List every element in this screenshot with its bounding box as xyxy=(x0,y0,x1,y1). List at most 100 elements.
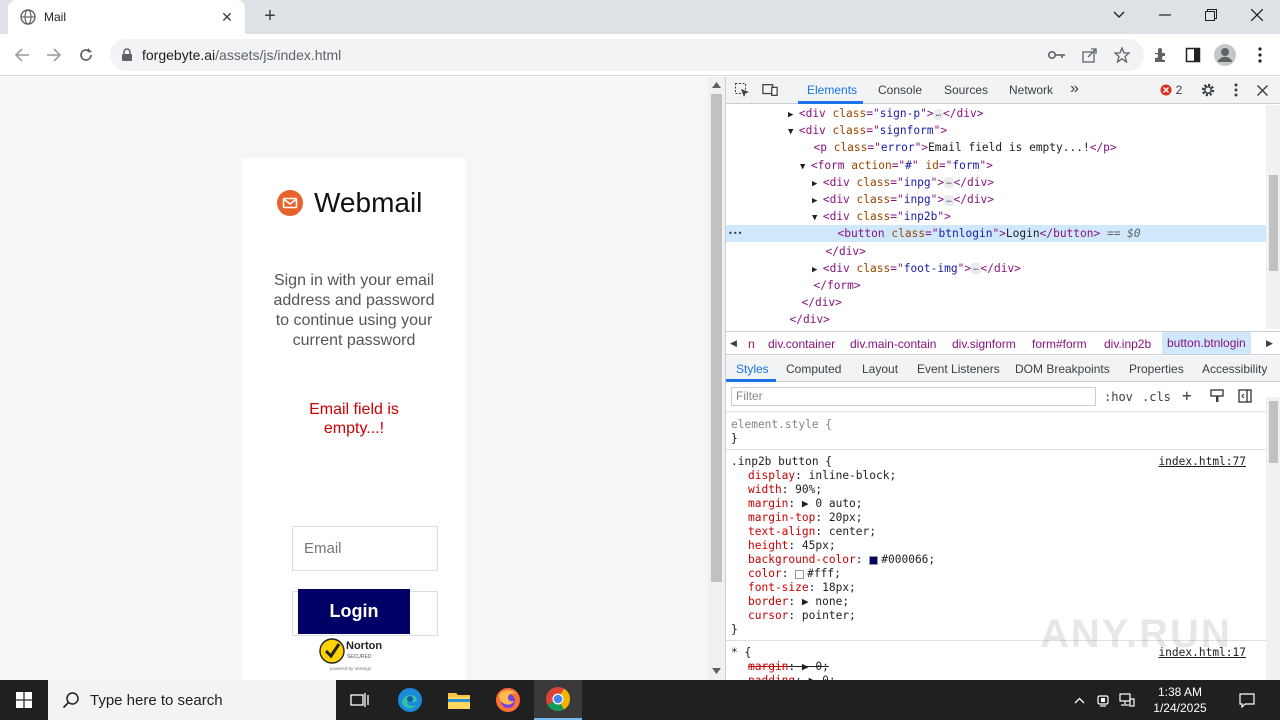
styles-scrollbar-thumb[interactable] xyxy=(1269,401,1278,463)
css-declaration[interactable]: margin-top: 20px; xyxy=(748,511,863,525)
css-declaration[interactable]: display: inline-block; xyxy=(748,469,896,483)
close-devtools-icon[interactable] xyxy=(1254,82,1270,98)
css-declaration[interactable]: cursor: pointer; xyxy=(748,609,856,623)
forward-button[interactable] xyxy=(42,43,66,67)
collapsed-children-ellipsis[interactable]: … xyxy=(933,108,944,120)
key-icon[interactable] xyxy=(1044,42,1070,68)
dom-tree[interactable]: ▶ <div class="sign-p">… </div> ▼ <div clas… xyxy=(726,105,1266,329)
breadcrumb-item[interactable]: form#form xyxy=(1032,337,1087,351)
close-tab-icon[interactable]: ✕ xyxy=(219,9,235,26)
add-rule-plus-icon[interactable]: + xyxy=(1182,386,1192,405)
close-window-button[interactable] xyxy=(1234,0,1280,30)
address-bar[interactable]: forgebyte.ai/assets/js/index.html xyxy=(110,39,1144,71)
class-toggle[interactable]: .cls xyxy=(1142,390,1171,404)
paint-brush-icon[interactable] xyxy=(1210,389,1224,406)
css-declaration[interactable]: width: 90%; xyxy=(748,483,822,497)
tab-accessibility[interactable]: Accessibility xyxy=(1202,362,1267,376)
dom-node[interactable]: ▼ <div class="signform"> xyxy=(726,122,1266,139)
tab-styles[interactable]: Styles xyxy=(736,362,769,376)
devtools-menu-kebab-icon[interactable] xyxy=(1228,82,1244,98)
tab-search-chevron-icon[interactable] xyxy=(1096,0,1142,30)
tab-elements[interactable]: Elements xyxy=(807,83,857,97)
taskbar-edge[interactable] xyxy=(386,680,434,720)
dom-node[interactable]: ▼ <form action="#" id="form"> xyxy=(726,157,1266,174)
network-icon[interactable] xyxy=(1116,680,1138,720)
device-toolbar-icon[interactable] xyxy=(762,82,778,98)
email-field[interactable]: Email xyxy=(292,526,438,571)
node-actions-ellipsis-icon[interactable]: ••• xyxy=(728,225,742,242)
extensions-icon[interactable] xyxy=(1148,42,1174,68)
css-declaration[interactable]: text-align: center; xyxy=(748,525,876,539)
minimize-window-button[interactable] xyxy=(1142,0,1188,30)
show-hidden-icons-chevron-icon[interactable] xyxy=(1068,680,1090,720)
collapsed-children-ellipsis[interactable]: … xyxy=(944,177,954,189)
collapse-triangle-icon[interactable]: ▼ xyxy=(800,162,811,172)
settings-gear-icon[interactable] xyxy=(1200,82,1216,98)
breadcrumb-item[interactable]: div.container xyxy=(768,337,835,351)
breadcrumb-item[interactable]: div.inp2b xyxy=(1104,337,1151,351)
css-declaration[interactable]: margin: ▶ 0 auto; xyxy=(748,497,863,511)
device-status-icon[interactable] xyxy=(1092,680,1114,720)
collapsed-children-ellipsis[interactable]: … xyxy=(944,194,954,206)
breadcrumb-item[interactable]: div.signform xyxy=(952,337,1016,351)
breadcrumb-scroll-left-icon[interactable]: ◀ xyxy=(730,338,737,349)
dom-node[interactable]: ▶ <div class="inpg">… </div> xyxy=(726,174,1266,191)
tab-computed[interactable]: Computed xyxy=(786,362,841,376)
expand-triangle-icon[interactable]: ▶ xyxy=(812,265,823,275)
color-swatch[interactable] xyxy=(869,555,879,565)
collapsed-children-ellipsis[interactable]: … xyxy=(971,263,981,275)
tab-network[interactable]: Network xyxy=(1009,83,1053,97)
dom-node[interactable]: ▶ <div class="inpg">… </div> xyxy=(726,191,1266,208)
css-declaration[interactable]: margin: ▶ 0; xyxy=(748,660,829,674)
breadcrumb-item[interactable]: n xyxy=(748,337,755,351)
rule-source-link[interactable]: index.html:77 xyxy=(1158,455,1246,469)
expand-triangle-icon[interactable]: ▶ xyxy=(812,179,823,189)
new-tab-button[interactable]: + xyxy=(258,6,282,28)
tab-properties[interactable]: Properties xyxy=(1129,362,1184,376)
side-panel-icon[interactable] xyxy=(1180,42,1206,68)
share-icon[interactable] xyxy=(1077,42,1103,68)
lock-icon[interactable] xyxy=(120,48,134,62)
error-count-badge[interactable]: 2 xyxy=(1156,82,1186,98)
dom-tree-scrollbar[interactable] xyxy=(1266,105,1280,329)
hover-state-toggle[interactable]: :hov xyxy=(1104,390,1133,404)
css-declaration[interactable]: height: 45px; xyxy=(748,539,836,553)
styles-scrollbar[interactable] xyxy=(1266,397,1280,680)
page-scrollbar[interactable] xyxy=(708,77,725,680)
tab-dom-breakpoints[interactable]: DOM Breakpoints xyxy=(1015,362,1110,376)
dom-node[interactable]: ▼ <div class="inp2b"> xyxy=(726,208,1266,225)
styles-filter-input[interactable]: Filter xyxy=(731,387,1096,406)
tab-console[interactable]: Console xyxy=(878,83,922,97)
login-button[interactable]: Login xyxy=(298,589,410,634)
browser-menu-kebab-icon[interactable] xyxy=(1247,42,1273,68)
toggle-sidebar-icon[interactable] xyxy=(1238,389,1252,406)
dom-node[interactable]: <p class="error">Email field is empty...… xyxy=(726,139,1266,156)
inspect-element-icon[interactable] xyxy=(734,82,750,98)
collapse-triangle-icon[interactable]: ▼ xyxy=(788,127,799,137)
expand-triangle-icon[interactable]: ▶ xyxy=(812,196,823,206)
page-scrollbar-thumb[interactable] xyxy=(711,94,722,582)
expand-triangle-icon[interactable]: ▶ xyxy=(788,110,799,120)
notifications-icon[interactable] xyxy=(1236,680,1258,720)
taskbar-search-box[interactable]: Type here to search xyxy=(48,680,336,720)
collapse-triangle-icon[interactable]: ▼ xyxy=(812,213,823,223)
more-tabs-chevron-icon[interactable]: » xyxy=(1070,80,1079,98)
task-view-button[interactable] xyxy=(336,680,384,720)
reload-button[interactable] xyxy=(74,43,98,67)
dom-node[interactable]: ▶ <div class="sign-p">… </div> xyxy=(726,105,1266,122)
restore-window-button[interactable] xyxy=(1188,0,1234,30)
start-button[interactable] xyxy=(0,680,48,720)
tab-sources[interactable]: Sources xyxy=(944,83,988,97)
tab-event-listeners[interactable]: Event Listeners xyxy=(917,362,1000,376)
css-declaration[interactable]: border: ▶ none; xyxy=(748,595,849,609)
tab-layout[interactable]: Layout xyxy=(862,362,898,376)
taskbar-file-explorer[interactable] xyxy=(435,680,483,720)
taskbar-firefox[interactable] xyxy=(484,680,532,720)
css-declaration[interactable]: color: #fff; xyxy=(748,567,841,581)
bookmark-star-icon[interactable] xyxy=(1109,42,1135,68)
breadcrumb-item[interactable]: div.main-contain xyxy=(850,337,936,351)
dom-node[interactable]: </form> xyxy=(726,277,1266,294)
dom-node[interactable]: </div> xyxy=(726,294,1266,311)
color-swatch[interactable] xyxy=(795,569,805,579)
css-declaration[interactable]: font-size: 18px; xyxy=(748,581,856,595)
